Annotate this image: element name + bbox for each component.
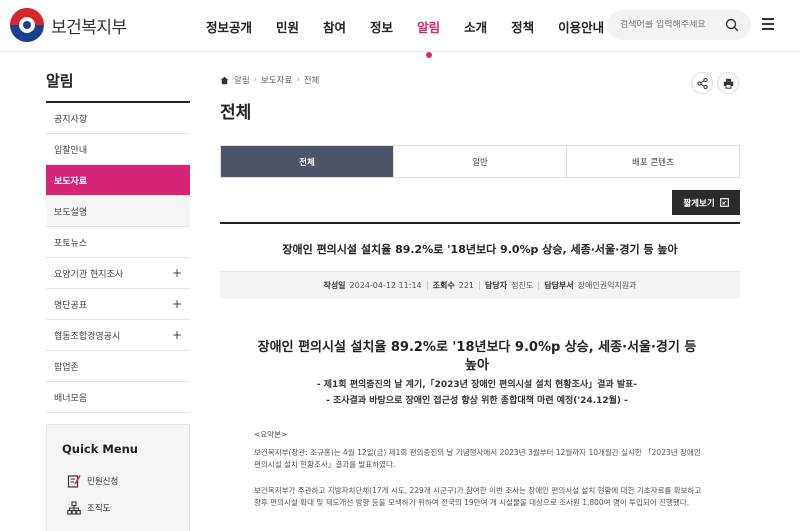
nav-item-information[interactable]: 정보 [370,17,393,36]
article-meta: 작성일 2024-04-12 11:14 조회수 221 담당자 정진도 담당부… [220,271,740,299]
page-title: 전체 [220,103,252,123]
sidebar-item-cooperative-disclosure[interactable]: 협동조합경영공시 + [46,320,190,351]
nav-item-usage-guide[interactable]: 이용안내 [558,17,604,36]
sidebar-item-banners[interactable]: 배너모음 [46,382,190,413]
article-header: 장애인 편의시설 설치율 89.2%로 '18년보다 9.0%p 상승, 세종·… [220,222,740,257]
sidebar-item-photo-news[interactable]: 포토뉴스 [46,227,190,258]
expand-plus-icon[interactable]: + [172,297,182,311]
home-icon[interactable] [220,76,229,85]
chevron-right-icon: › [253,75,258,85]
nav-item-policy[interactable]: 정책 [511,17,534,36]
breadcrumb: 알림 › 보도자료 › 전체 [220,74,319,86]
breadcrumb-item[interactable]: 알림 [234,74,250,86]
hamburger-menu-icon[interactable] [762,18,774,30]
logo-text: 보건복지부 [51,17,127,38]
share-icon [696,77,708,89]
article-paragraph: 보건복지부가 주관하고 지방자치단체(17개 시도, 229개 시군구)가 참여… [254,486,702,507]
summary-label: <요약본> [254,430,288,439]
print-icon [723,78,733,89]
sidebar-item-notices[interactable]: 공지사항 [46,103,190,134]
chevron-right-icon: › [296,75,300,85]
article-subtitle: - 조사결과 바탕으로 장애인 접근성 향상 위한 종합대책 마련 예정('24… [326,396,628,406]
sidebar-item-public-list[interactable]: 명단공표 + [46,289,190,320]
active-indicator-dot [425,52,432,58]
nav-item-about[interactable]: 소개 [464,17,487,36]
article-title: 장애인 편의시설 설치율 89.2%로 '18년보다 9.0%p 상승, 세종·… [282,243,678,256]
nav-item-notice[interactable]: 알림 [417,17,440,58]
tab-general[interactable]: 일반 [394,146,567,177]
edit-document-icon [67,475,81,488]
search-input[interactable] [620,20,728,30]
sidebar-item-bidding[interactable]: 입찰안내 [46,134,190,165]
breadcrumb-item[interactable]: 전체 [304,74,320,86]
site-logo[interactable]: 보건복지부 [10,8,127,42]
search-icon[interactable] [725,18,739,32]
manager-value: 정진도 [511,281,534,290]
category-tabs: 전체 일반 배포 콘텐츠 [220,145,740,178]
sidebar-item-popup-zone[interactable]: 팝업존 [46,351,190,382]
quick-item-org-chart[interactable]: 조직도 [67,501,189,515]
government-emblem-icon [10,8,44,42]
department-value: 장애인권익지원과 [577,281,637,290]
tab-all[interactable]: 전체 [221,146,394,177]
views-label: 조회수 [432,281,455,290]
breadcrumb-item[interactable]: 보도자료 [261,74,292,86]
article-body-title: 장애인 편의시설 설치율 89.2%로 '18년보다 9.0%p 상승, 세종·… [257,340,697,373]
department-label: 담당부서 [544,281,574,290]
nav-item-civil-petition[interactable]: 민원 [276,17,299,36]
site-header: 보건복지부 정보공개 민원 참여 정보 알림 소개 정책 이용안내 [0,0,800,58]
nav-item-info-disclosure[interactable]: 정보공개 [206,17,252,36]
sidebar-item-site-inspection[interactable]: 요양기관 현지조사 + [46,258,190,289]
date-value: 2024-04-12 11:14 [349,281,422,290]
print-button[interactable] [717,72,739,94]
manager-label: 담당자 [485,281,508,290]
sidebar: 알림 공지사항 입찰안내 보도자료 보도설명 포토뉴스 요양기관 현지조사 + 명… [46,70,190,413]
search-box [607,10,751,40]
date-label: 작성일 [323,281,346,290]
sidebar-item-press-release[interactable]: 보도자료 [46,165,190,196]
tab-distribution-content[interactable]: 배포 콘텐츠 [567,146,739,177]
quick-menu: Quick Menu 민원신청 조직도 [46,424,190,531]
quick-menu-title: Quick Menu [62,442,138,456]
article-paragraph: 보건복지부(장관: 조규홍)는 4월 12일(금) 제1회 편의증진의 날 기념… [254,448,701,469]
article-subtitle: - 제1회 편의증진의 날 계기,「2023년 장애인 편의시설 설치 현황조사… [316,380,638,390]
expand-plus-icon[interactable]: + [172,266,182,280]
main-navigation: 정보공개 민원 참여 정보 알림 소개 정책 이용안내 [206,17,628,58]
collapse-icon [719,198,729,207]
sidebar-title: 알림 [46,70,190,103]
short-view-button[interactable]: 짧게보기 [672,190,740,215]
quick-item-petition[interactable]: 민원신청 [67,474,189,488]
expand-plus-icon[interactable]: + [172,328,182,342]
org-chart-icon [67,501,81,515]
sidebar-item-press-explanation[interactable]: 보도설명 [46,196,190,227]
share-button[interactable] [691,72,713,94]
nav-item-participation[interactable]: 참여 [323,17,346,36]
views-value: 221 [458,281,475,290]
